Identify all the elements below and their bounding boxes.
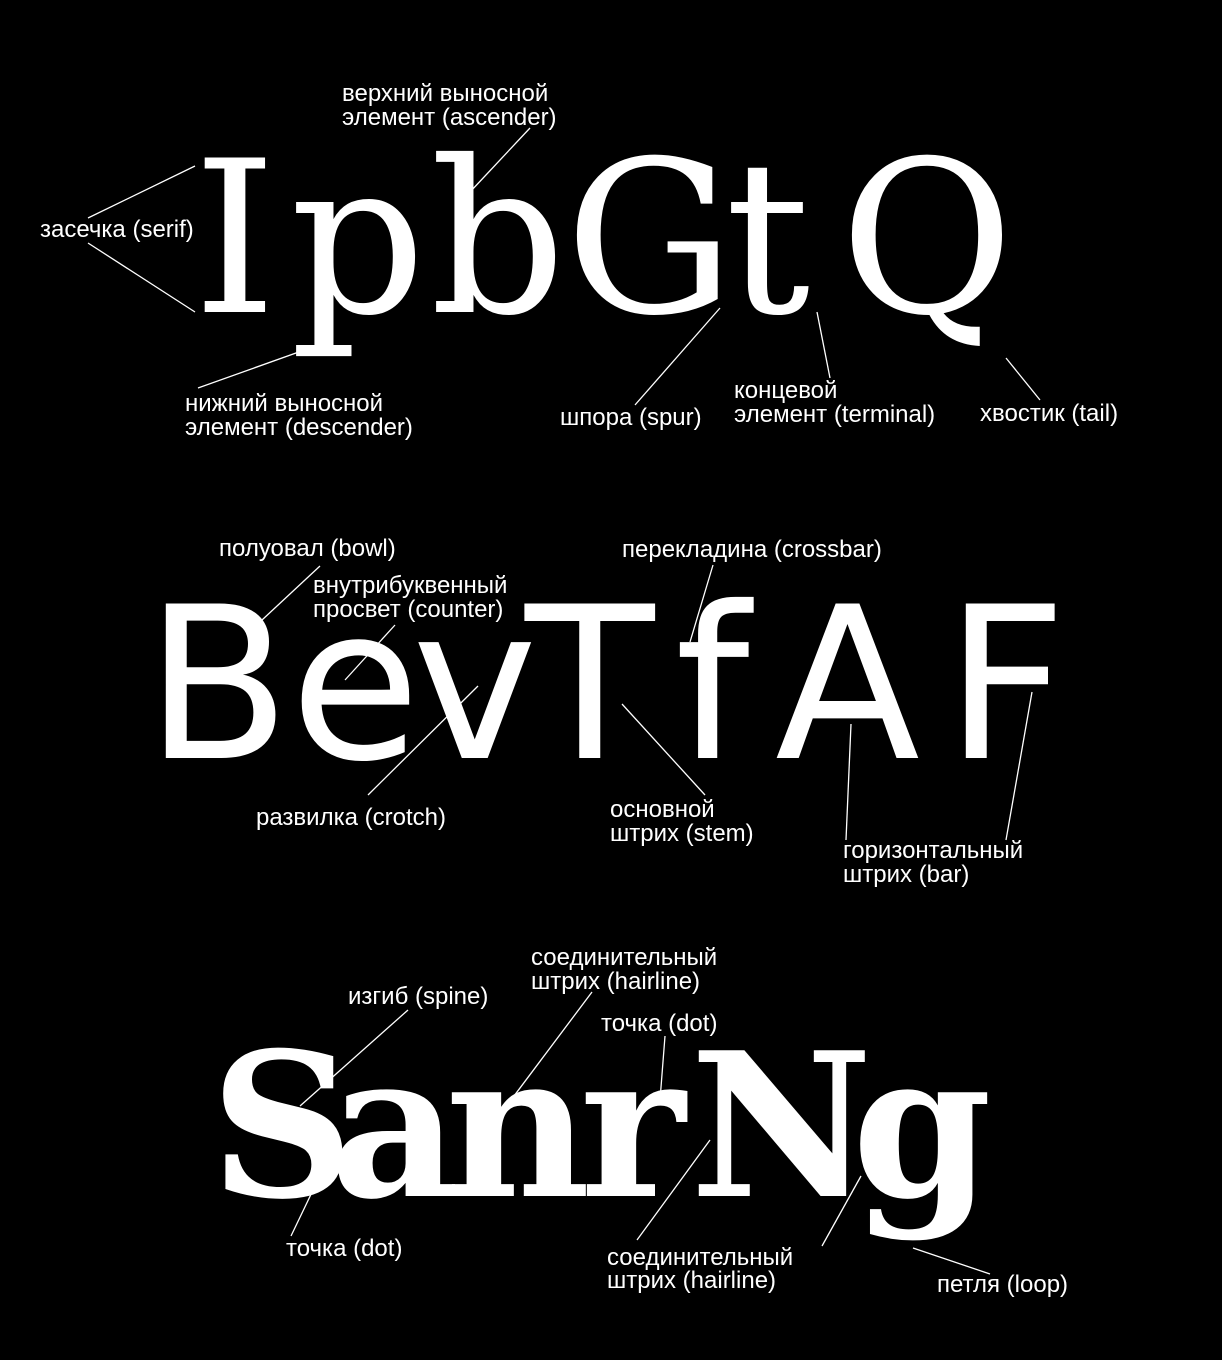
label-terminal-line-2: элемент (terminal) <box>734 401 935 428</box>
row-2-specimen: B e v T f A F <box>145 561 1067 808</box>
label-ascender-line-1: верхний выносной <box>342 80 548 107</box>
label-counter-line-2: просвет (counter) <box>313 596 503 623</box>
leader-serif-bottom <box>87 242 196 313</box>
label-hairline-top-line-2: штрих (hairline) <box>531 968 700 995</box>
letter-F: F <box>945 561 1067 808</box>
label-terminal-line-1: концевой <box>734 377 837 404</box>
label-tail: хвостик (tail) <box>980 400 1118 427</box>
label-crossbar: перекладина (crossbar) <box>622 536 882 563</box>
letter-a: a <box>330 1009 460 1244</box>
label-hairline-top-line-1: соединительный <box>531 944 717 971</box>
row-1-specimen: I p b G t Q <box>193 115 1014 362</box>
leader-serif-top <box>87 165 196 219</box>
label-counter-line-1: внутрибуквенный <box>313 572 507 599</box>
letter-t: t <box>725 115 810 362</box>
letter-r: r <box>580 1009 688 1244</box>
label-spine: изгиб (spine) <box>348 983 488 1010</box>
label-loop: петля (loop) <box>937 1271 1068 1298</box>
label-stem-line-1: основной <box>610 796 715 823</box>
row-3-specimen: S a n r N g <box>210 1009 992 1244</box>
label-bar-line-2: штрих (bar) <box>843 861 969 888</box>
letter-T: T <box>524 561 656 808</box>
label-crotch: развилка (crotch) <box>256 804 446 831</box>
label-descender-line-2: элемент (descender) <box>185 414 413 441</box>
label-serif: засечка (serif) <box>40 216 194 243</box>
letter-p: p <box>290 115 426 362</box>
letter-f: f <box>675 561 754 808</box>
label-descender-line-1: нижний выносной <box>185 390 383 417</box>
leader-terminal <box>816 311 831 379</box>
label-bowl: полуовал (bowl) <box>219 535 396 562</box>
letter-Q: Q <box>840 115 1014 362</box>
label-stem-line-2: штрих (stem) <box>610 820 754 847</box>
label-spur: шпора (spur) <box>560 404 702 431</box>
typography-anatomy-diagram: I p b G t Q верхний выносной элемент (as… <box>40 80 1118 1298</box>
leader-tail <box>1005 357 1041 401</box>
letter-I: I <box>193 115 277 362</box>
letter-b: b <box>430 115 566 362</box>
letter-B: B <box>145 561 290 808</box>
label-hairline-bottom-line-2: штрих (hairline) <box>607 1267 776 1294</box>
label-bar-line-1: горизонтальный <box>843 837 1023 864</box>
label-dot-top: точка (dot) <box>601 1010 717 1037</box>
label-ascender-line-2: элемент (ascender) <box>342 104 557 131</box>
letter-g: g <box>852 1009 992 1244</box>
letter-G: G <box>565 115 734 362</box>
letter-A: A <box>775 561 920 808</box>
letter-n: n <box>445 1009 590 1244</box>
label-dot-bottom: точка (dot) <box>286 1235 402 1262</box>
letter-N: N <box>690 1009 873 1244</box>
